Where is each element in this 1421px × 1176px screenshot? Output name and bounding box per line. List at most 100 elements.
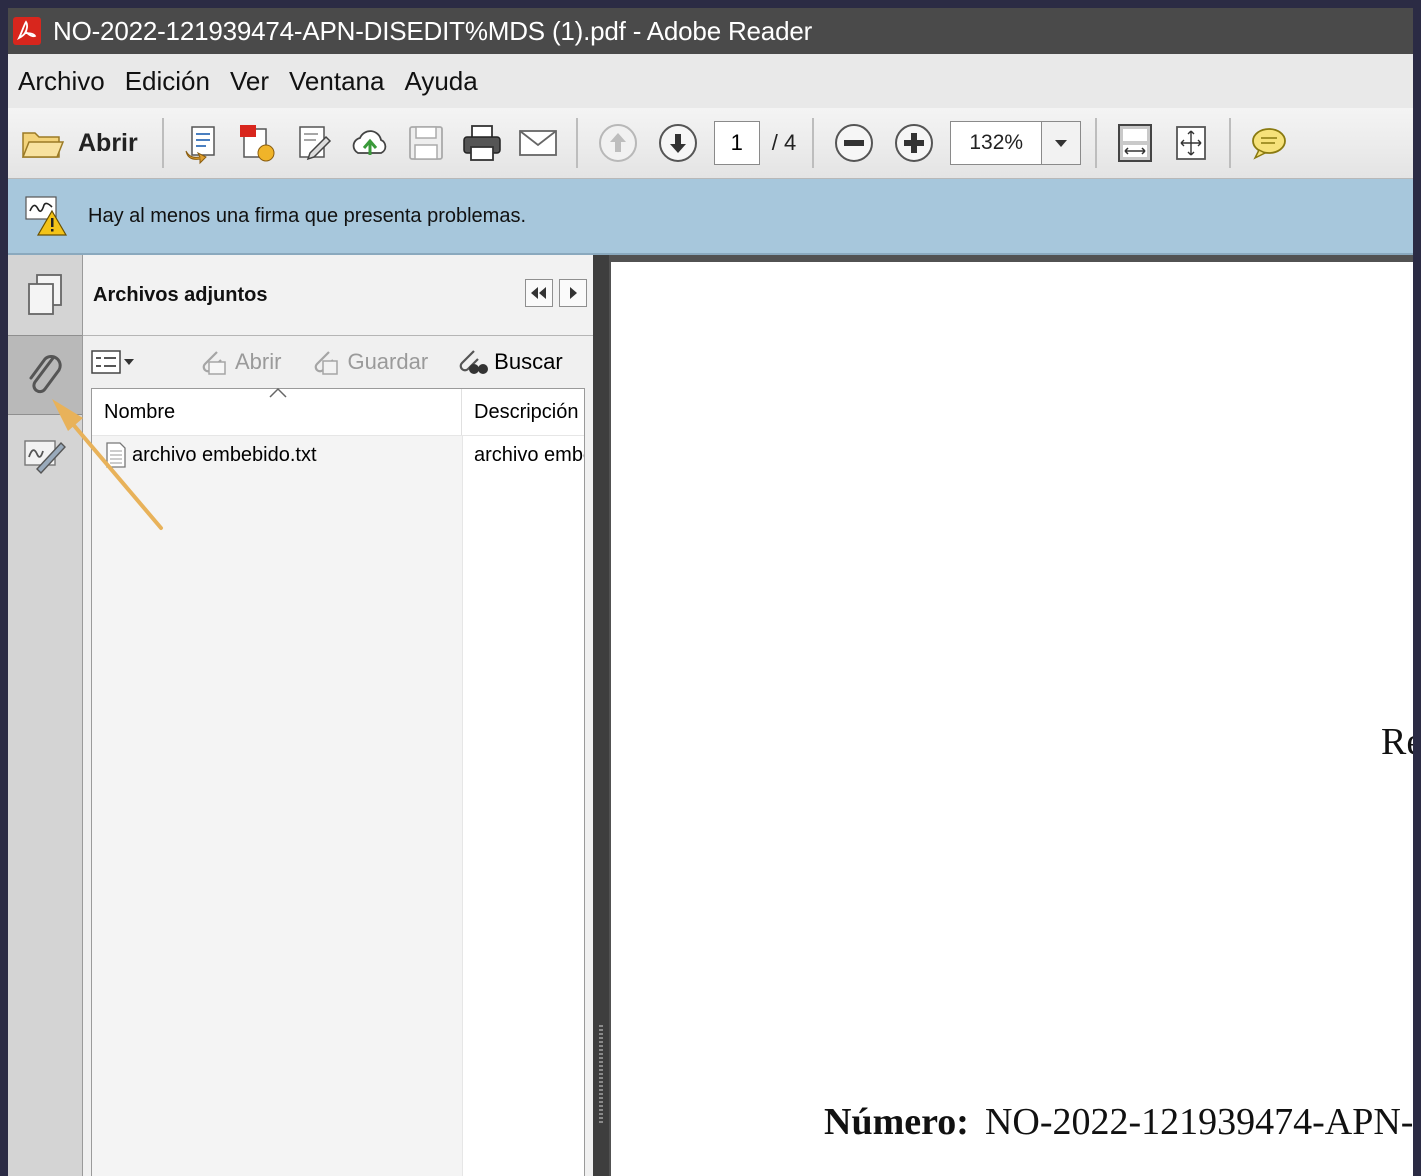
panel-splitter[interactable] xyxy=(593,255,609,1176)
fit-width-button[interactable] xyxy=(1169,117,1213,169)
signature-pen-icon xyxy=(24,440,66,475)
plus-circle-icon xyxy=(895,124,934,162)
menu-edicion[interactable]: Edición xyxy=(125,66,210,97)
main-toolbar: Abrir 1 / 4 132% xyxy=(8,108,1413,179)
app-window: NO-2022-121939474-APN-DISEDIT%MDS (1).pd… xyxy=(8,8,1413,1176)
window-title: NO-2022-121939474-APN-DISEDIT%MDS (1).pd… xyxy=(53,15,813,46)
envelope-icon xyxy=(518,130,557,156)
fit-page-button[interactable] xyxy=(1113,117,1157,169)
save-attachment-label: Guardar xyxy=(347,349,429,374)
column-header-name[interactable]: Nombre xyxy=(92,387,462,435)
arrow-up-circle-icon xyxy=(598,124,637,162)
open-button[interactable]: Abrir xyxy=(20,117,152,169)
panel-nav-buttons xyxy=(525,279,587,307)
chevron-down-icon xyxy=(1055,140,1068,147)
signature-warning-banner: Hay al menos una firma que presenta prob… xyxy=(8,179,1413,255)
navigation-rail xyxy=(8,255,83,1176)
edit-document-icon xyxy=(298,126,331,161)
attachments-button[interactable] xyxy=(8,335,82,415)
document-view[interactable]: Re Número: NO-2022-121939474-APN-DISEDIT#… xyxy=(609,255,1413,1176)
menu-bar: Archivo Edición Ver Ventana Ayuda xyxy=(8,54,1413,109)
menu-ayuda[interactable]: Ayuda xyxy=(404,66,477,97)
toolbar-separator xyxy=(575,118,578,168)
list-item[interactable]: archivo embebido.txt archivo embebido.tx… xyxy=(92,435,584,475)
attachments-toolbar: Abrir Guardar Buscar xyxy=(83,336,593,388)
pdf-page: Re Número: NO-2022-121939474-APN-DISEDIT#… xyxy=(611,262,1413,1176)
panel-options-button[interactable] xyxy=(559,279,587,307)
next-page-button[interactable] xyxy=(656,117,700,169)
fit-page-icon xyxy=(1118,124,1153,162)
save-icon xyxy=(408,126,443,160)
pdf-app-icon xyxy=(13,17,41,45)
upload-cloud-button[interactable] xyxy=(348,117,392,169)
paperclip-icon xyxy=(29,355,62,394)
printer-icon xyxy=(462,125,501,161)
signature-warning-message: Hay al menos una firma que presenta prob… xyxy=(88,204,527,227)
title-bar: NO-2022-121939474-APN-DISEDIT%MDS (1).pd… xyxy=(8,8,1413,54)
open-attachment-icon xyxy=(202,351,226,375)
toolbar-separator xyxy=(1229,118,1232,168)
save-attachment-icon xyxy=(315,351,339,375)
attachment-name: archivo embebido.txt xyxy=(132,443,317,466)
previous-page-button[interactable] xyxy=(596,117,640,169)
cloud-upload-icon xyxy=(352,130,387,155)
column-header-description-label: Descripción xyxy=(474,400,579,423)
speech-bubble-icon xyxy=(1252,128,1287,160)
document-heading-fragment: Re xyxy=(1381,721,1413,763)
search-attachment-label: Buscar xyxy=(494,349,563,374)
export-pdf-button[interactable] xyxy=(236,117,280,169)
zoom-out-button[interactable] xyxy=(832,117,876,169)
document-number-line: Número: NO-2022-121939474-APN-DISEDIT#MDS xyxy=(824,1100,1413,1144)
fit-width-icon xyxy=(1176,126,1207,160)
double-chevron-left-icon xyxy=(531,287,546,299)
minus-circle-icon xyxy=(835,124,874,162)
attachments-panel-header: Archivos adjuntos xyxy=(83,255,593,336)
open-button-label: Abrir xyxy=(78,128,138,157)
menu-ventana[interactable]: Ventana xyxy=(289,66,384,97)
menu-ver[interactable]: Ver xyxy=(230,66,269,97)
menu-archivo[interactable]: Archivo xyxy=(18,66,105,97)
edit-pdf-button[interactable] xyxy=(292,117,336,169)
page-number-input[interactable]: 1 xyxy=(713,121,760,165)
open-attachment-button[interactable]: Abrir xyxy=(197,348,281,376)
column-header-name-label: Nombre xyxy=(104,400,176,423)
arrow-down-circle-icon xyxy=(658,124,697,162)
signature-warning-icon xyxy=(25,196,68,236)
zoom-value: 132% xyxy=(969,131,1024,154)
search-binoculars-icon xyxy=(459,350,489,374)
save-attachment-button[interactable]: Guardar xyxy=(309,348,428,376)
collapse-panel-button[interactable] xyxy=(525,279,553,307)
create-pdf-button[interactable] xyxy=(180,117,224,169)
text-file-icon xyxy=(106,442,126,468)
attachment-description: archivo embebido.txt xyxy=(474,443,584,466)
open-attachment-label: Abrir xyxy=(235,349,282,374)
search-attachment-button[interactable]: Buscar xyxy=(456,348,563,376)
attachment-name-cell: archivo embebido.txt xyxy=(92,441,462,469)
column-header-description[interactable]: Descripción xyxy=(462,389,584,435)
toolbar-separator xyxy=(161,118,164,168)
comment-button[interactable] xyxy=(1247,117,1291,169)
email-button[interactable] xyxy=(516,117,560,169)
zoom-in-button[interactable] xyxy=(892,117,936,169)
document-number-value: NO-2022-121939474-APN-DISEDIT#MDS xyxy=(984,1101,1413,1143)
document-number-label: Número: xyxy=(824,1101,969,1143)
view-options-button[interactable] xyxy=(91,349,143,375)
pages-icon xyxy=(28,274,62,315)
save-button[interactable] xyxy=(404,117,448,169)
zoom-select[interactable]: 132% xyxy=(950,121,1082,165)
sort-ascending-icon xyxy=(269,387,287,398)
page-total-label: / 4 xyxy=(771,130,797,155)
attachments-panel-title: Archivos adjuntos xyxy=(93,283,268,306)
page-thumbnails-button[interactable] xyxy=(8,255,82,335)
signatures-button[interactable] xyxy=(8,425,82,485)
toolbar-separator xyxy=(812,118,815,168)
attachments-list: Nombre Descripción archivo embebido.txt xyxy=(91,387,585,1176)
splitter-grip[interactable] xyxy=(599,1025,603,1125)
toolbar-separator xyxy=(1095,118,1098,168)
attachments-panel: Archivos adjuntos Abrir Guardar Buscar N… xyxy=(83,255,593,1176)
zoom-dropdown-button[interactable] xyxy=(1041,122,1081,164)
attachments-list-header: Nombre Descripción xyxy=(92,387,584,436)
chevron-right-icon xyxy=(570,287,577,299)
list-view-icon xyxy=(91,350,134,374)
print-button[interactable] xyxy=(460,117,504,169)
